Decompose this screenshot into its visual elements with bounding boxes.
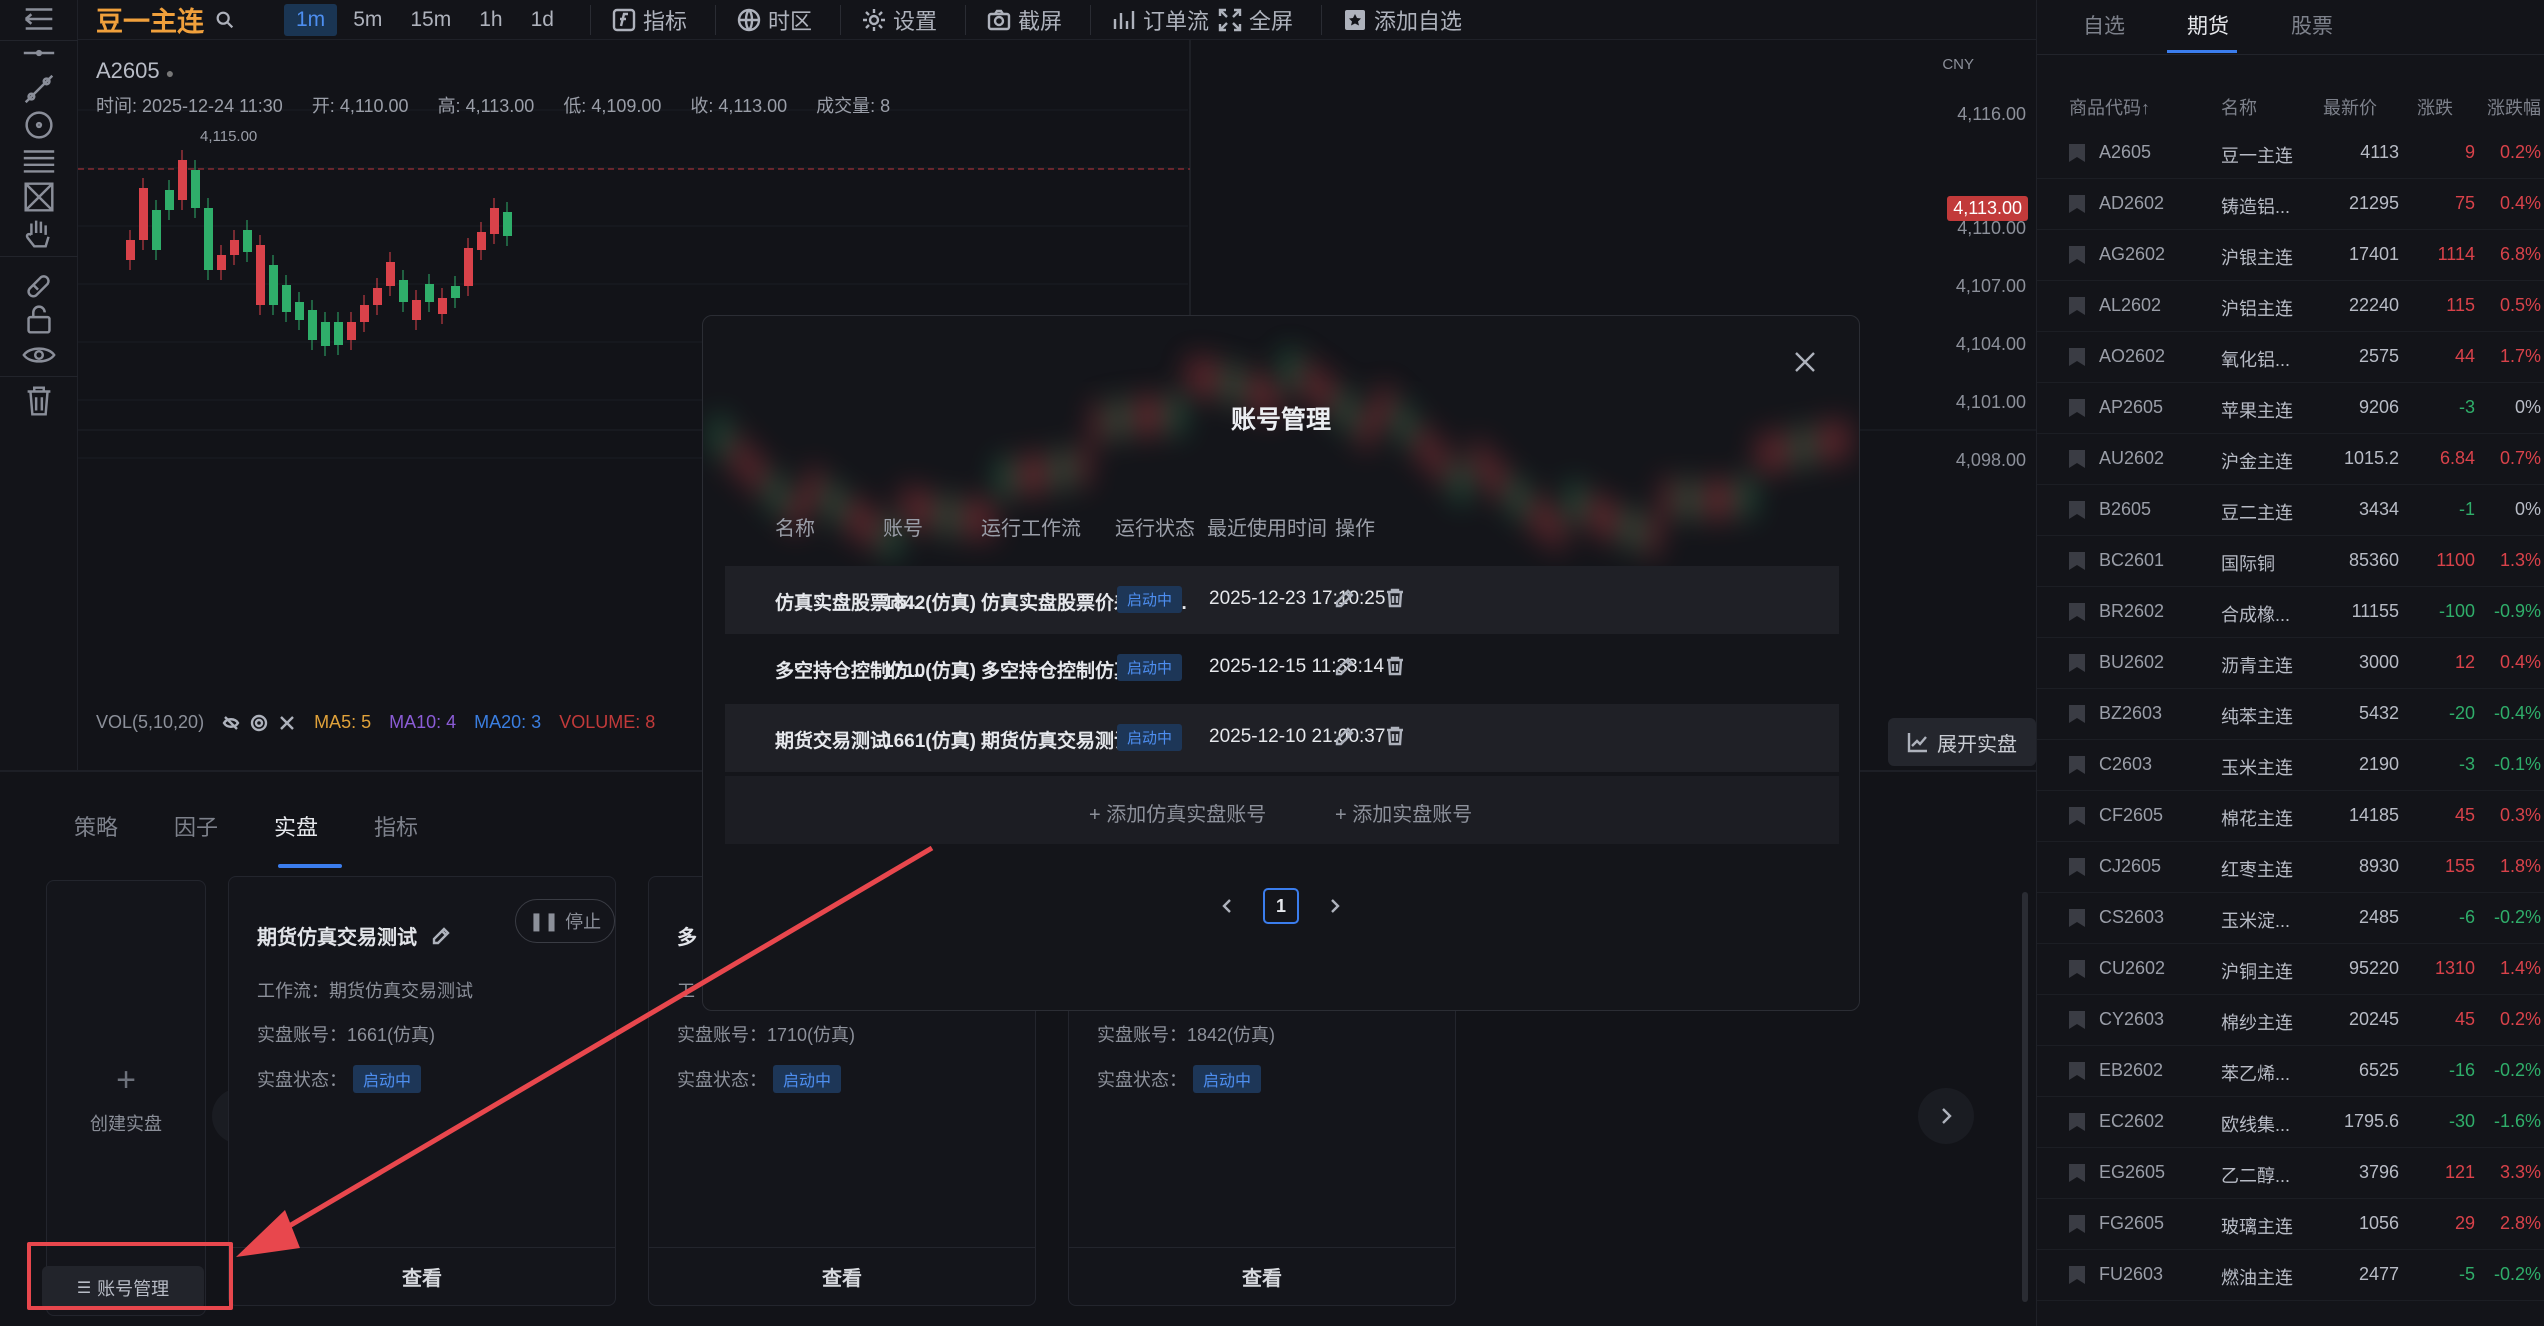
arrow-head <box>236 1210 300 1257</box>
annotation-arrow <box>236 845 934 1257</box>
arrow-shaft <box>260 845 934 1245</box>
